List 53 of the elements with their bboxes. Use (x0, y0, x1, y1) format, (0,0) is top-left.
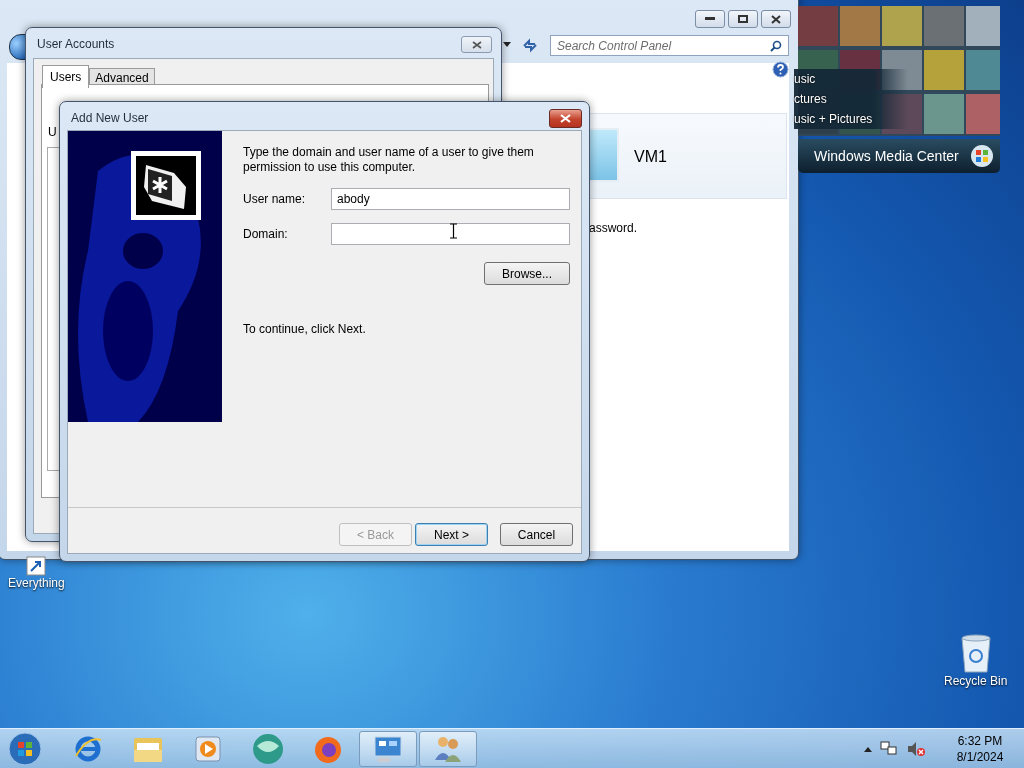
sphere-icon (251, 732, 285, 766)
instructions-text: Type the domain and user name of a user to give them permission to use this computer. (243, 145, 535, 175)
dialog-button[interactable]: Cancel (500, 523, 573, 546)
close-icon (471, 40, 482, 49)
text-field[interactable]: abody (331, 188, 570, 210)
search-field[interactable]: Search Control Panel (550, 35, 789, 56)
dropdown-arrow-icon[interactable] (503, 42, 511, 47)
media-menu-item[interactable]: ctures (794, 89, 904, 109)
dialog-button[interactable]: Next > (415, 523, 488, 546)
partial-label: U (48, 125, 57, 139)
shortcut-icon[interactable] (26, 556, 47, 576)
clock[interactable]: 6:32 PM 8/1/2024 (944, 733, 1016, 765)
taskbar-button[interactable] (359, 731, 417, 767)
media-player-icon (193, 734, 223, 764)
desktop-icon-label[interactable]: Everything (8, 576, 65, 590)
close-button[interactable] (461, 36, 492, 53)
tab[interactable]: Users (42, 65, 90, 88)
dialog-title: Add New User (71, 111, 149, 125)
users-icon (432, 734, 464, 764)
taskbar-button[interactable] (419, 731, 477, 767)
text-field[interactable] (331, 223, 570, 245)
desktop-icon-label[interactable]: Recycle Bin (944, 674, 1008, 688)
start-button[interactable] (7, 731, 43, 767)
windows-logo-icon (970, 144, 994, 168)
minimize-button[interactable] (695, 10, 725, 28)
maximize-icon (738, 15, 748, 23)
refresh-icon[interactable] (521, 37, 539, 53)
show-hidden-icons-icon[interactable] (864, 746, 872, 752)
close-icon (771, 14, 781, 24)
maximize-button[interactable] (728, 10, 758, 28)
field-label: Domain: (243, 227, 289, 241)
browse-button[interactable]: Browse... (484, 262, 570, 285)
minimize-icon (705, 17, 715, 21)
gadget-title: Windows Media Center (814, 148, 959, 164)
close-icon (560, 114, 571, 123)
search-placeholder: Search Control Panel (557, 38, 673, 53)
hint-text: To continue, click Next. (243, 322, 367, 336)
text-cursor-icon (450, 223, 457, 239)
network-icon[interactable] (880, 741, 898, 757)
close-button[interactable] (549, 109, 582, 128)
account-name: VM1 (634, 148, 667, 166)
speaker-muted-icon[interactable] (906, 741, 926, 757)
media-center-bar[interactable]: Windows Media Center (798, 139, 1000, 173)
media-menu-item[interactable]: usic (794, 69, 904, 89)
media-menu-item[interactable]: usic + Pictures (794, 109, 904, 129)
monitor-icon (372, 734, 404, 764)
search-icon (770, 39, 782, 52)
help-icon[interactable] (772, 61, 789, 78)
partial-text: assword. (589, 221, 638, 235)
close-button[interactable] (761, 10, 791, 28)
field-label: User name: (243, 192, 307, 206)
browser-e-icon (73, 734, 103, 764)
window-title: User Accounts (37, 37, 115, 51)
